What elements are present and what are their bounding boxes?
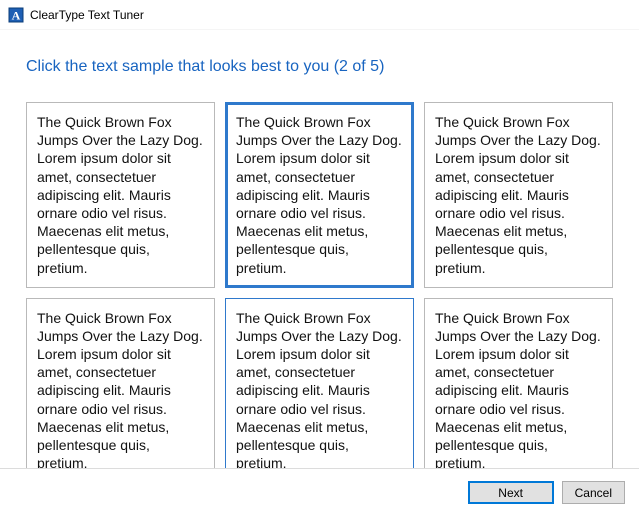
text-sample-4[interactable]: The Quick Brown Fox Jumps Over the Lazy … [26,298,215,484]
sample-grid: The Quick Brown Fox Jumps Over the Lazy … [26,102,613,483]
text-sample-2[interactable]: The Quick Brown Fox Jumps Over the Lazy … [225,102,414,288]
window-title: ClearType Text Tuner [30,8,144,22]
text-sample-1[interactable]: The Quick Brown Fox Jumps Over the Lazy … [26,102,215,288]
next-button[interactable]: Next [468,481,554,504]
text-sample-6[interactable]: The Quick Brown Fox Jumps Over the Lazy … [424,298,613,484]
window-titlebar: A ClearType Text Tuner [0,0,639,30]
page-heading: Click the text sample that looks best to… [26,58,613,76]
text-sample-3[interactable]: The Quick Brown Fox Jumps Over the Lazy … [424,102,613,288]
svg-text:A: A [12,8,21,22]
text-sample-5[interactable]: The Quick Brown Fox Jumps Over the Lazy … [225,298,414,484]
content-area: Click the text sample that looks best to… [0,30,639,493]
cancel-button[interactable]: Cancel [562,481,625,504]
footer-bar: Next Cancel [0,468,639,516]
app-icon: A [8,7,24,23]
